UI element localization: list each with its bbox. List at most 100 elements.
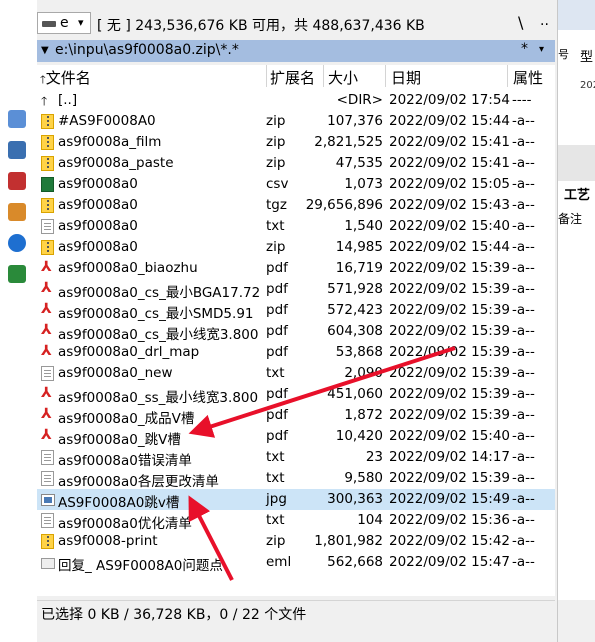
zip-file-icon — [41, 114, 54, 129]
left-toolbar-strip — [0, 0, 37, 642]
file-row[interactable]: as9f0008a_film zip 2,821,525 2022/09/02 15:… — [37, 132, 555, 153]
column-date-header[interactable]: 日期 — [391, 67, 421, 88]
file-attr: -a-- — [512, 260, 535, 276]
file-row[interactable]: as9f0008a0各层更改清单 txt 9,580 2022/09/02 15:39… — [37, 468, 555, 490]
file-row[interactable]: AS9F0008A0跳v槽 jpg 300,363 2022/09/02 15:49-… — [37, 489, 555, 511]
file-row[interactable]: as9f0008a0 tgz 29,656,896 2022/09/02 15:43-… — [37, 195, 555, 216]
right-pane: 号 型 2022 工艺 备注 — [557, 0, 595, 642]
pdf-file-icon: ⅄ — [41, 427, 52, 443]
mail-icon[interactable] — [8, 110, 26, 128]
column-name-header[interactable]: 🡑文件名 — [40, 67, 91, 90]
file-date: 2022/09/02 15:40 — [389, 218, 511, 234]
file-date: 2022/09/02 15:44 — [389, 113, 511, 129]
file-row[interactable]: ⅄ as9f0008a0_成品V槽 pdf 1,872 2022/09/02 15:39… — [37, 405, 555, 427]
file-attr: -a-- — [512, 281, 535, 297]
file-name: as9f0008a0_成品V槽 — [58, 411, 195, 427]
file-name: as9f0008a0 — [58, 218, 138, 234]
file-name: [..] — [58, 92, 78, 108]
file-row[interactable]: 回复_ AS9F0008A0问题点 eml 562,668 2022/09/02 15… — [37, 552, 555, 574]
file-row[interactable]: as9f0008a0_new txt 2,090 2022/09/02 15:39 -a… — [37, 363, 555, 384]
right-pane-label: 号 — [558, 48, 569, 61]
file-date: 2022/09/02 15:39 — [389, 407, 511, 423]
history-dropdown-icon[interactable]: ▼ — [41, 45, 49, 56]
drive-letter: e — [60, 15, 69, 31]
zip-file-icon — [41, 135, 54, 150]
network-icon[interactable] — [8, 141, 26, 159]
disconnect-icon[interactable] — [8, 172, 26, 190]
file-ext: pdf — [266, 407, 288, 423]
file-name: as9f0008a0_跳V槽 — [58, 432, 181, 448]
drive-select[interactable]: e ▾ — [37, 12, 91, 34]
file-date: 2022/09/02 15:36 — [389, 512, 511, 528]
file-row[interactable]: ⅄ as9f0008a0_biaozhu pdf 16,719 2022/09/02 1… — [37, 258, 555, 279]
column-divider[interactable] — [507, 65, 508, 87]
file-ext: txt — [266, 470, 285, 486]
file-ext: txt — [266, 218, 285, 234]
file-size: 604,308 — [327, 323, 383, 339]
file-ext: zip — [266, 113, 286, 129]
pdf-file-icon: ⅄ — [41, 343, 52, 359]
column-divider[interactable] — [385, 65, 386, 87]
status-bar: 已选择 0 KB / 36,728 KB，0 / 22 个文件 — [37, 600, 555, 625]
file-row[interactable]: ⅄ as9f0008a0_跳V槽 pdf 10,420 2022/09/02 15:40… — [37, 426, 555, 448]
column-divider[interactable] — [266, 65, 267, 87]
file-row[interactable]: as9f0008a0优化清单 txt 104 2022/09/02 15:36 -a-- — [37, 510, 555, 532]
file-row[interactable]: 🡑 [..] <DIR> 2022/09/02 17:54 ---- — [37, 90, 555, 111]
file-ext: eml — [266, 554, 292, 570]
parent-button[interactable]: .. — [540, 13, 549, 29]
right-pane-band — [558, 145, 595, 181]
drive-info: [ 无 ] 243,536,676 KB 可用，共 488,637,436 KB — [97, 18, 425, 34]
path-dropdown-icon[interactable]: ▾ — [539, 44, 544, 55]
file-attr: -a-- — [512, 176, 535, 192]
root-button[interactable]: \ — [518, 13, 523, 32]
file-ext: txt — [266, 449, 285, 465]
file-attr: -a-- — [512, 218, 535, 234]
file-date: 2022/09/02 15:39 — [389, 386, 511, 402]
file-ext: csv — [266, 176, 289, 192]
file-attr: -a-- — [512, 365, 535, 381]
right-pane-label: 工艺 — [564, 188, 591, 203]
file-date: 2022/09/02 15:41 — [389, 155, 511, 171]
file-ext: pdf — [266, 344, 288, 360]
file-row[interactable]: as9f0008-print zip 1,801,982 2022/09/02 15:… — [37, 531, 555, 552]
column-size-header[interactable]: 大小 — [328, 67, 358, 88]
text-file-icon — [41, 450, 54, 465]
file-ext: pdf — [266, 260, 288, 276]
info-icon[interactable] — [8, 234, 26, 252]
file-size: 1,801,982 — [314, 533, 383, 549]
column-ext-header[interactable]: 扩展名 — [270, 67, 315, 88]
right-pane-title — [558, 0, 595, 30]
file-attr: -a-- — [512, 554, 535, 570]
zip-file-icon — [41, 198, 54, 213]
file-date: 2022/09/02 15:42 — [389, 533, 511, 549]
file-row[interactable]: ⅄ as9f0008a0_ss_最小线宽3.800 pdf 451,060 2022/0… — [37, 384, 555, 406]
file-row[interactable]: #AS9F0008A0 zip 107,376 2022/09/02 15:44 -a-… — [37, 111, 555, 132]
column-divider[interactable] — [323, 65, 324, 87]
file-row[interactable]: as9f0008a0 txt 1,540 2022/09/02 15:40 -a-- — [37, 216, 555, 237]
file-date: 2022/09/02 15:39 — [389, 470, 511, 486]
file-size: 562,668 — [327, 554, 383, 570]
file-date: 2022/09/02 15:49 — [389, 491, 511, 507]
file-row[interactable]: as9f0008a_paste zip 47,535 2022/09/02 15:41… — [37, 153, 555, 174]
left-toolbar-icons — [8, 110, 30, 296]
filter-star[interactable]: * — [521, 41, 528, 57]
column-attr-header[interactable]: 属性 — [513, 67, 543, 88]
file-row[interactable]: ⅄ as9f0008a0_cs_最小SMD5.91 pdf 572,423 2022/0… — [37, 300, 555, 322]
file-attr: -a-- — [512, 302, 535, 318]
file-row[interactable]: ⅄ as9f0008a0_cs_最小BGA17.72 pdf 571,928 2022/… — [37, 279, 555, 301]
file-name: as9f0008a0错误清单 — [58, 453, 192, 469]
shield-icon[interactable] — [8, 265, 26, 283]
chevron-down-icon: ▾ — [78, 16, 84, 29]
file-row[interactable]: ⅄ as9f0008a0_drl_map pdf 53,868 2022/09/02 1… — [37, 342, 555, 363]
current-path[interactable]: e:\inpu\as9f0008a0.zip\*.* — [55, 42, 239, 58]
file-date: 2022/09/02 15:47 — [389, 554, 511, 570]
file-name: as9f0008a0_biaozhu — [58, 260, 198, 276]
file-row[interactable]: as9f0008a0错误清单 txt 23 2022/09/02 14:17 -a-- — [37, 447, 555, 469]
file-date: 2022/09/02 15:40 — [389, 428, 511, 444]
file-row[interactable]: as9f0008a0 zip 14,985 2022/09/02 15:44 -a-- — [37, 237, 555, 258]
picture-icon[interactable] — [8, 203, 26, 221]
file-row[interactable]: ⅄ as9f0008a0_cs_最小线宽3.800 pdf 604,308 2022/0… — [37, 321, 555, 343]
path-bar: ▼ e:\inpu\as9f0008a0.zip\*.* * ▾ — [37, 40, 555, 62]
file-row[interactable]: as9f0008a0 csv 1,073 2022/09/02 15:05 -a-- — [37, 174, 555, 195]
file-size: 571,928 — [327, 281, 383, 297]
